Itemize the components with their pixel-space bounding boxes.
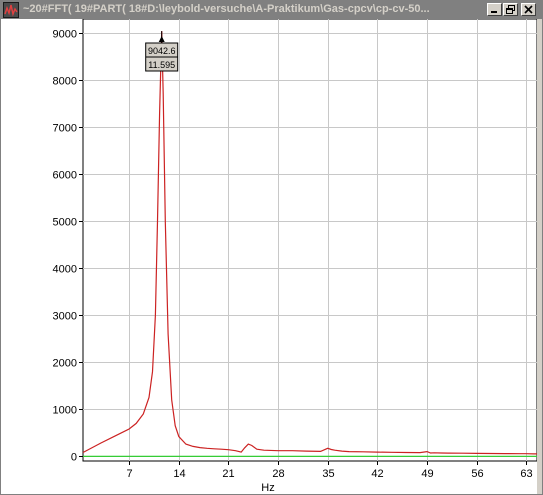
x-tick-label: 28 <box>272 468 284 480</box>
restore-button[interactable] <box>503 3 518 16</box>
y-tick-label: 2000 <box>53 358 77 370</box>
window-title: ~20#FFT( 19#PART( 18#D:\leybold-versuche… <box>23 3 430 15</box>
y-tick-label: 0 <box>71 452 77 464</box>
y-tick-label: 4000 <box>53 264 77 276</box>
close-button[interactable] <box>521 3 536 16</box>
y-tick-label: 9000 <box>53 29 77 41</box>
x-tick-label: 49 <box>421 468 433 480</box>
x-tick-label: 35 <box>322 468 334 480</box>
title-bar[interactable]: ~20#FFT( 19#PART( 18#D:\leybold-versuche… <box>1 1 542 19</box>
restore-icon <box>506 5 515 14</box>
x-tick-label: 56 <box>471 468 483 480</box>
y-tick-label: 5000 <box>53 217 77 229</box>
y-tick-label: 6000 <box>53 170 77 182</box>
app-icon <box>3 2 19 18</box>
x-tick-label: 63 <box>520 468 532 480</box>
y-tick-label: 7000 <box>53 123 77 135</box>
y-tick-label: 3000 <box>53 311 77 323</box>
x-tick-label: 21 <box>222 468 234 480</box>
minimize-button[interactable] <box>487 3 502 16</box>
fft-window: ~20#FFT( 19#PART( 18#D:\leybold-versuche… <box>0 0 543 495</box>
y-tick-label: 8000 <box>53 76 77 88</box>
peak-frequency-label: 11.595 <box>148 60 175 70</box>
peak-value-label: 9042.6 <box>148 46 176 56</box>
x-tick-label: 42 <box>371 468 383 480</box>
x-tick-label: 14 <box>173 468 185 480</box>
x-tick-label: 7 <box>126 468 132 480</box>
minimize-icon <box>491 11 497 13</box>
x-axis-label: Hz <box>261 482 274 494</box>
plot-area <box>82 19 538 462</box>
close-icon <box>524 5 533 14</box>
right-edge-strip <box>537 19 542 494</box>
fft-spectrum-chart: 0 1000 2000 3000 4000 5000 6000 7000 8000 9000 7 14… <box>1 19 542 494</box>
y-tick-label: 1000 <box>53 405 77 417</box>
